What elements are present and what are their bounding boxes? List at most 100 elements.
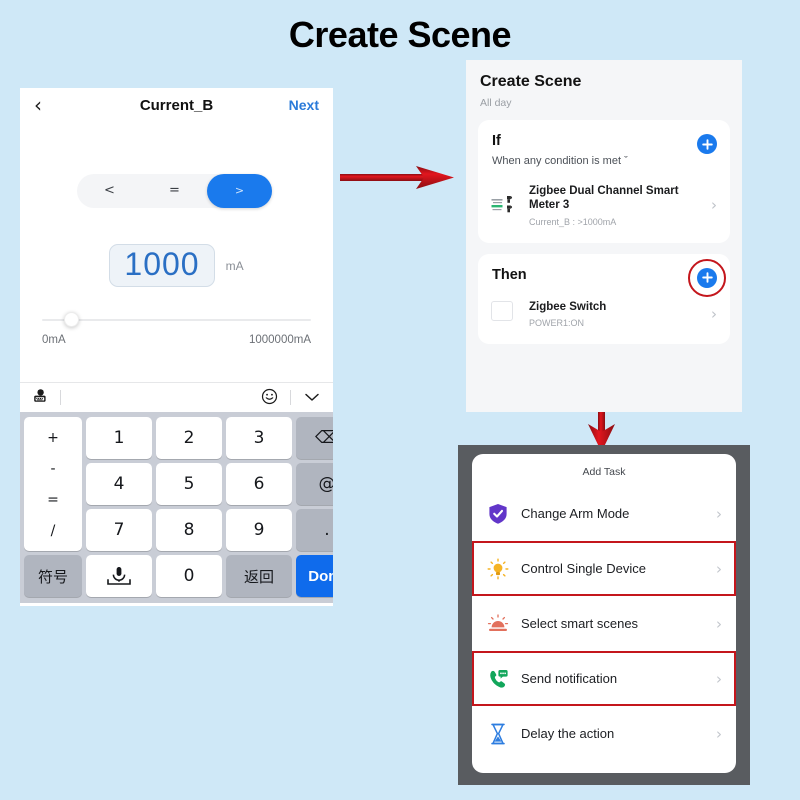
then-device-name: Zigbee Switch — [529, 300, 607, 313]
if-heading: If — [492, 133, 501, 149]
left-phone-screenshot: ‹ Current_B Next < = > 1000 mA 0mA 10000… — [20, 88, 333, 606]
symbols-key[interactable]: 符号 — [24, 555, 82, 597]
if-card-header: If When any condition is met ˇ — [478, 120, 730, 178]
chevron-right-icon[interactable]: › — [716, 725, 722, 743]
comparator-segmented-control[interactable]: < = > — [77, 174, 272, 208]
value-slider[interactable]: 0mA 1000000mA — [42, 312, 311, 346]
task-row-select-smart-scenes[interactable]: Select smart scenes › — [472, 596, 736, 651]
then-card: Then Zigbee Switch POWER1:ON › — [478, 253, 730, 345]
key-6[interactable]: 6 — [226, 463, 292, 505]
slider-track[interactable] — [42, 312, 311, 327]
smiley-icon[interactable] — [261, 388, 278, 408]
chevron-left-icon[interactable]: ‹ — [34, 95, 42, 115]
segment-less-than[interactable]: < — [77, 174, 142, 208]
value-unit-label: mA — [225, 258, 244, 273]
keyboard-toolbar-right — [261, 388, 321, 408]
task-label: Select smart scenes — [521, 616, 639, 631]
task-row-change-arm-mode[interactable]: Change Arm Mode › — [472, 486, 736, 541]
bulb-icon — [486, 558, 510, 580]
navbar: ‹ Current_B Next — [20, 88, 333, 122]
switch-icon — [491, 300, 521, 327]
add-task-panel: Add Task Change Arm Mode › Control Singl… — [458, 445, 750, 785]
if-condition-selector[interactable]: When any condition is met ˇ — [492, 155, 716, 167]
next-button[interactable]: Next — [289, 97, 319, 113]
page-title-current-b: Current_B — [139, 96, 214, 114]
toolbar-divider-2 — [290, 390, 291, 405]
return-key[interactable]: 返回 — [226, 555, 292, 597]
key-7[interactable]: 7 — [86, 509, 152, 551]
at-sign-key[interactable]: @ — [296, 463, 333, 505]
panel-header: Create Scene All day — [466, 60, 742, 109]
arrow-left-to-top-right — [338, 162, 458, 199]
task-row-delay-the-action[interactable]: Delay the action › — [472, 706, 736, 761]
task-label: Control Single Device — [521, 561, 647, 576]
then-device-detail: POWER1:ON — [529, 318, 585, 329]
key-2[interactable]: 2 — [156, 417, 222, 459]
slider-knob[interactable] — [64, 312, 79, 327]
key-plus[interactable]: + — [47, 430, 59, 446]
backspace-key[interactable]: ⌫ — [296, 417, 333, 459]
chevron-right-icon[interactable]: › — [716, 560, 722, 578]
segment-greater-than[interactable]: > — [207, 174, 272, 208]
key-equals[interactable]: = — [47, 492, 59, 508]
then-device-row[interactable]: Zigbee Switch POWER1:ON › — [478, 294, 730, 344]
if-card: If When any condition is met ˇ Zigbee Du… — [478, 120, 730, 243]
page-title: Create Scene — [288, 14, 512, 55]
slider-min-label: 0mA — [42, 334, 66, 346]
chevron-right-icon[interactable]: › — [711, 305, 717, 323]
key-3[interactable]: 3 — [226, 417, 292, 459]
key-4[interactable]: 4 — [86, 463, 152, 505]
done-key[interactable]: Done — [296, 555, 333, 597]
key-slash[interactable]: / — [51, 523, 56, 539]
chevron-right-icon[interactable]: › — [716, 505, 722, 523]
slider-max-label: 1000000mA — [248, 334, 311, 346]
panel-title: Create Scene — [480, 73, 582, 90]
create-scene-panel: Create Scene All day If When any conditi… — [466, 60, 742, 412]
if-device-detail: Current_B : >1000mA — [529, 216, 617, 227]
task-label: Delay the action — [521, 726, 615, 741]
chevron-down-icon[interactable]: ˇ — [624, 155, 628, 167]
task-row-control-single-device[interactable]: Control Single Device › — [472, 541, 736, 596]
then-card-header: Then — [478, 254, 730, 297]
keyboard-toolbar — [20, 382, 333, 412]
add-task-title: Add Task — [582, 466, 626, 478]
slider-labels: 0mA 1000000mA — [42, 334, 311, 346]
value-row: 1000 mA — [20, 244, 333, 287]
then-device-text: Zigbee Switch POWER1:ON — [529, 300, 705, 328]
panel-subtitle-all-day[interactable]: All day — [480, 97, 728, 109]
toolbar-divider — [60, 390, 61, 405]
key-9[interactable]: 9 — [226, 509, 292, 551]
key-8[interactable]: 8 — [156, 509, 222, 551]
key-minus[interactable]: - — [50, 461, 55, 477]
sunrise-scene-icon — [486, 613, 510, 634]
add-task-sheet: Add Task Change Arm Mode › Control Singl… — [472, 454, 736, 773]
task-label: Send notification — [521, 671, 618, 686]
hourglass-icon — [486, 723, 510, 745]
energy-meter-icon — [491, 192, 521, 218]
numeric-keypad[interactable]: + - = / 1 2 3 ⌫ 4 5 6 @ 7 8 9 . 符号 0 返回 … — [20, 412, 333, 603]
if-device-text: Zigbee Dual Channel Smart Meter 3 Curren… — [529, 184, 705, 227]
key-0[interactable]: 0 — [156, 555, 222, 597]
operators-key[interactable]: + - = / — [24, 417, 82, 551]
key-1[interactable]: 1 — [86, 417, 152, 459]
chevron-down-icon[interactable] — [303, 390, 321, 406]
phone-message-icon — [486, 668, 510, 690]
period-key[interactable]: . — [296, 509, 333, 551]
shield-check-icon — [486, 503, 510, 525]
condition-editor-body: < = > 1000 mA 0mA 1000000mA — [20, 122, 333, 382]
then-heading: Then — [492, 266, 527, 283]
key-5[interactable]: 5 — [156, 463, 222, 505]
add-condition-button[interactable] — [697, 134, 717, 154]
if-device-row[interactable]: Zigbee Dual Channel Smart Meter 3 Curren… — [478, 178, 730, 243]
chevron-right-icon[interactable]: › — [716, 615, 722, 633]
chevron-right-icon[interactable]: › — [711, 196, 717, 214]
task-label: Change Arm Mode — [521, 506, 630, 521]
value-input[interactable]: 1000 — [109, 244, 215, 287]
globe-keyboard-icon[interactable] — [32, 388, 48, 407]
keyboard-toolbar-left — [32, 388, 73, 407]
chevron-right-icon[interactable]: › — [716, 670, 722, 688]
add-action-button[interactable] — [688, 258, 726, 297]
mic-space-key[interactable] — [86, 555, 152, 597]
segment-equals[interactable]: = — [142, 174, 207, 208]
task-row-send-notification[interactable]: Send notification › — [472, 651, 736, 706]
